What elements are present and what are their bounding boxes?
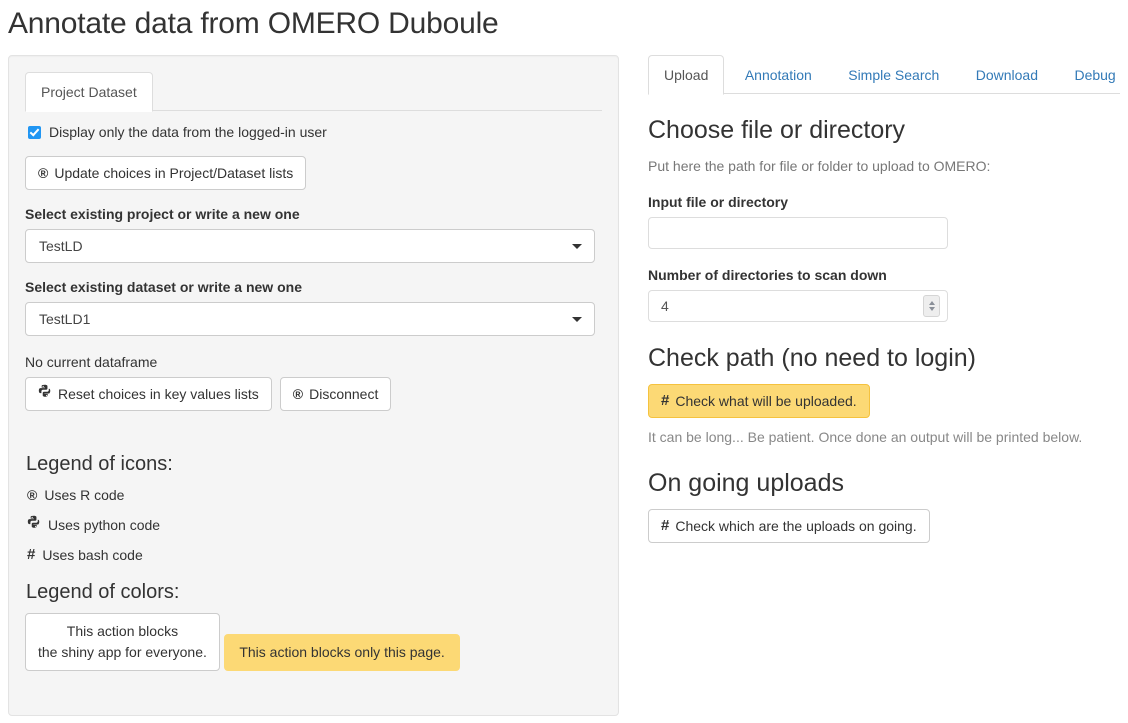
display-logged-in-user-row[interactable]: Display only the data from the logged-in… — [25, 122, 602, 142]
left-tab-list: Project Dataset — [25, 72, 602, 112]
check-ongoing-uploads-label: Check which are the uploads on going. — [675, 518, 917, 534]
ongoing-uploads-heading: On going uploads — [648, 469, 844, 497]
reset-key-values-label: Reset choices in key values lists — [58, 386, 259, 402]
choose-file-heading: Choose file or directory — [648, 116, 906, 144]
project-select[interactable]: TestLD — [25, 229, 595, 263]
dataset-select-label: Select existing dataset or write a new o… — [25, 279, 302, 295]
update-choices-label: Update choices in Project/Dataset lists — [54, 165, 294, 181]
tab-upload[interactable]: Upload — [648, 55, 725, 95]
right-content-column: Upload Annotation Simple Search Download… — [648, 55, 1120, 543]
legend-item-python: Uses python code — [27, 515, 602, 535]
tab-annotation[interactable]: Annotation — [729, 55, 828, 95]
tab-download[interactable]: Download — [960, 55, 1054, 95]
number-stepper[interactable] — [923, 295, 940, 317]
chevron-up-icon[interactable] — [928, 301, 935, 305]
right-tab-list: Upload Annotation Simple Search Download… — [648, 55, 1120, 95]
legend-swatch-blocks-everyone: This action blocks the shiny app for eve… — [25, 613, 220, 671]
check-upload-note: It can be long... Be patient. Once done … — [648, 429, 1083, 445]
dataset-select-value: TestLD1 — [39, 311, 91, 327]
legend-item-bash: # Uses bash code — [27, 545, 602, 565]
chevron-down-icon — [572, 244, 582, 249]
chevron-down-icon — [572, 317, 582, 322]
dataset-select[interactable]: TestLD1 — [25, 302, 595, 336]
left-action-button-row: Reset choices in key values lists ® Disc… — [25, 377, 602, 411]
tab-project-dataset[interactable]: Project Dataset — [25, 72, 153, 112]
disconnect-button[interactable]: ® Disconnect — [279, 377, 392, 411]
reset-key-values-button[interactable]: Reset choices in key values lists — [25, 377, 272, 411]
scan-depth-field[interactable] — [648, 290, 948, 322]
bash-code-icon: # — [661, 517, 670, 534]
check-ongoing-uploads-button[interactable]: # Check which are the uploads on going. — [648, 509, 930, 543]
bash-code-icon: # — [661, 392, 670, 409]
scan-depth-wrapper — [648, 290, 948, 322]
tab-debug[interactable]: Debug — [1058, 55, 1128, 95]
update-choices-button[interactable]: ® Update choices in Project/Dataset list… — [25, 156, 307, 190]
check-upload-label: Check what will be uploaded. — [675, 393, 857, 409]
dataframe-status: No current dataframe — [25, 354, 158, 370]
checkbox-display-logged-in-user[interactable] — [28, 125, 41, 139]
project-select-value: TestLD — [39, 238, 83, 254]
r-code-icon: ® — [292, 386, 304, 402]
app-page: Annotate data from OMERO Duboule Project… — [0, 0, 1128, 723]
check-upload-button[interactable]: # Check what will be uploaded. — [648, 384, 870, 418]
disconnect-label: Disconnect — [309, 386, 379, 402]
python-code-icon — [38, 384, 52, 404]
legend-icons-heading: Legend of icons: — [26, 453, 173, 475]
legend-swatch-blocks-page: This action blocks only this page. — [224, 634, 460, 671]
left-settings-panel: Project Dataset Display only the data fr… — [8, 55, 619, 716]
choose-file-description: Put here the path for file or folder to … — [648, 158, 991, 174]
scan-depth-label: Number of directories to scan down — [648, 267, 887, 283]
project-select-label: Select existing project or write a new o… — [25, 206, 300, 222]
page-title: Annotate data from OMERO Duboule — [8, 7, 499, 40]
input-file-label: Input file or directory — [648, 194, 789, 210]
legend-item-bash-label: Uses bash code — [42, 547, 143, 563]
r-code-icon: ® — [27, 487, 38, 503]
chevron-down-icon[interactable] — [928, 307, 935, 311]
r-code-icon: ® — [38, 165, 49, 181]
tab-simple-search[interactable]: Simple Search — [832, 55, 955, 95]
legend-item-r: ® Uses R code — [27, 485, 602, 505]
python-code-icon — [27, 515, 41, 535]
legend-colors-heading: Legend of colors: — [26, 581, 180, 603]
legend-item-python-label: Uses python code — [48, 517, 161, 533]
checkbox-label: Display only the data from the logged-in… — [49, 124, 327, 140]
bash-code-icon: # — [27, 546, 36, 563]
check-path-heading: Check path (no need to login) — [648, 344, 976, 372]
input-file-field[interactable] — [648, 217, 948, 249]
legend-item-r-label: Uses R code — [44, 487, 125, 503]
